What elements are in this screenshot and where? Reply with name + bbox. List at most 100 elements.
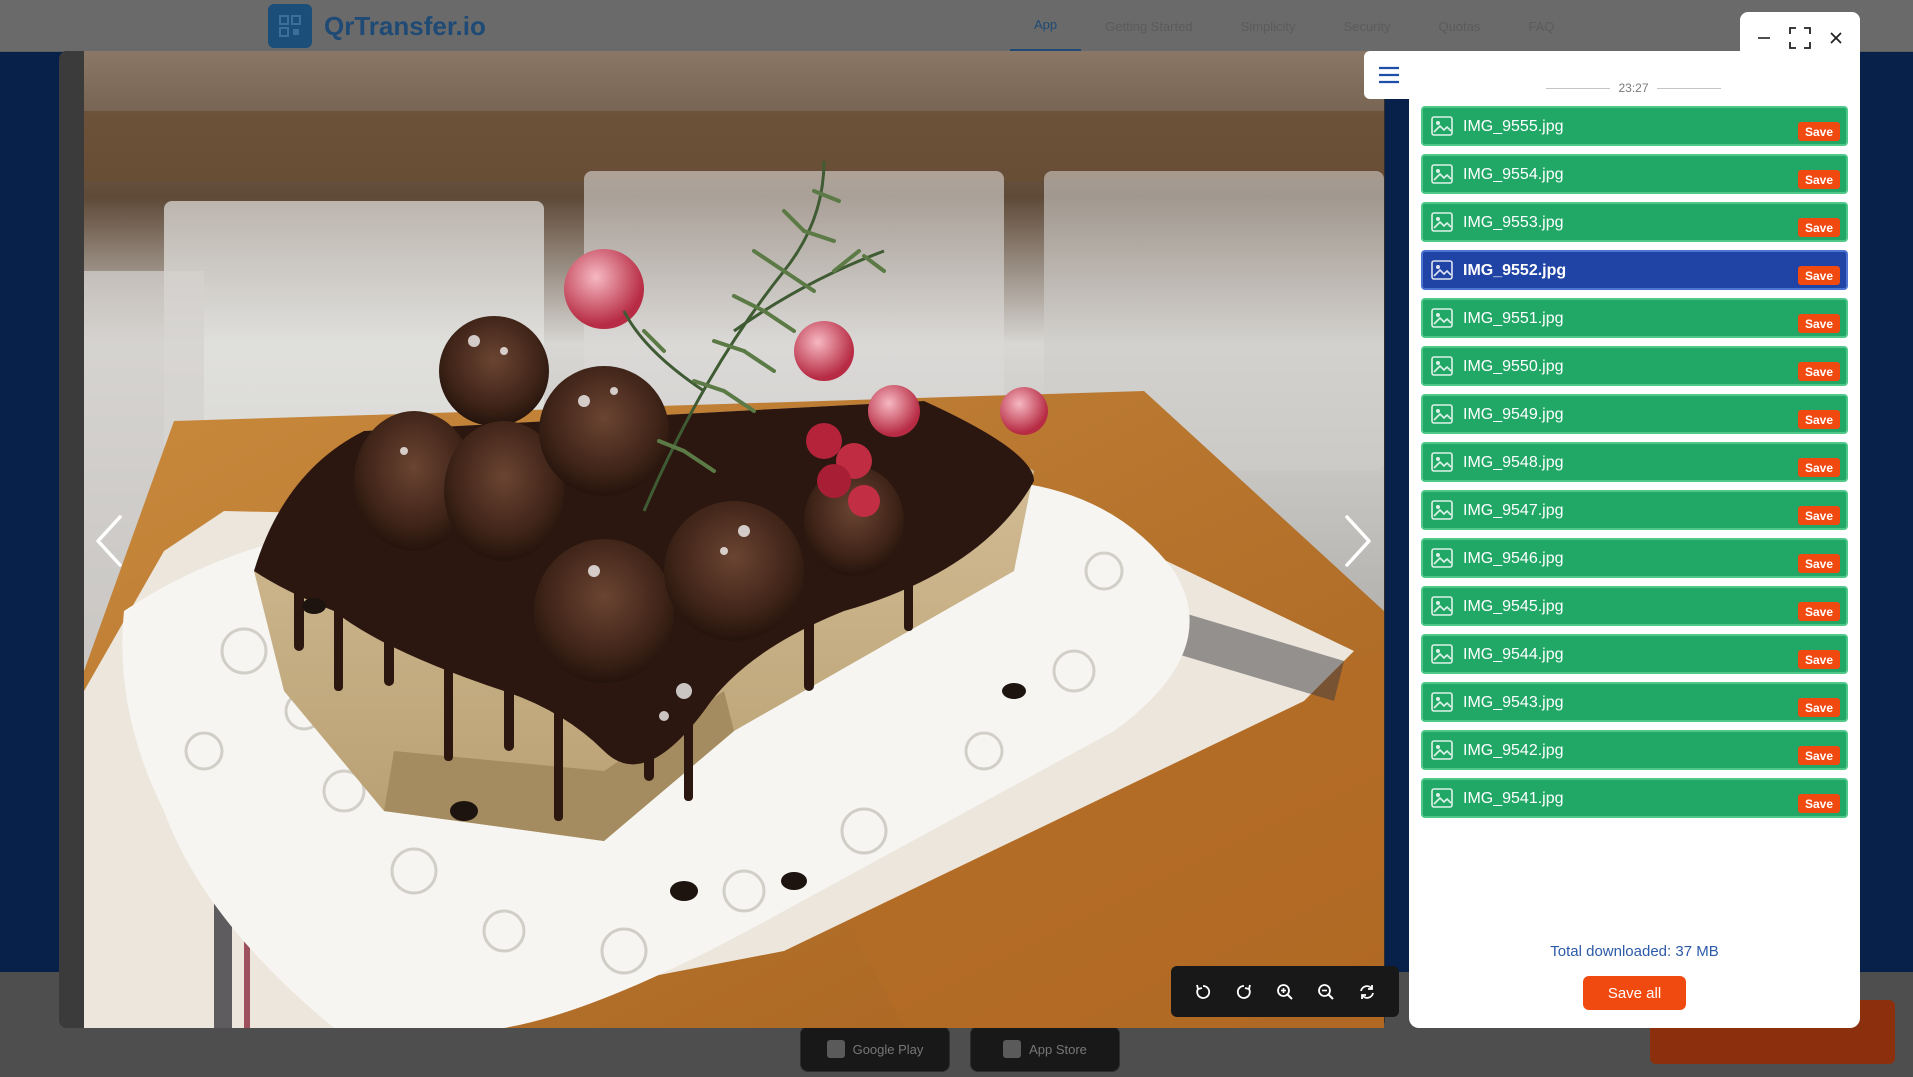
save-button[interactable]: Save — [1797, 458, 1840, 477]
file-name: IMG_9547.jpg — [1463, 502, 1564, 519]
background-nav: App Getting Started Simplicity Security … — [1010, 0, 1578, 52]
file-item[interactable]: IMG_9544.jpg Save — [1421, 634, 1848, 674]
save-button[interactable]: Save — [1797, 218, 1840, 237]
file-item[interactable]: IMG_9549.jpg Save — [1421, 394, 1848, 434]
reset-button[interactable] — [1349, 974, 1385, 1010]
file-item[interactable]: IMG_9548.jpg Save — [1421, 442, 1848, 482]
image-file-icon — [1431, 740, 1453, 760]
background-store-badge: Google Play — [800, 1026, 950, 1072]
image-file-icon — [1431, 356, 1453, 376]
file-item[interactable]: IMG_9552.jpg Save — [1421, 250, 1848, 290]
close-button[interactable] — [1821, 23, 1851, 53]
background-nav-item: App — [1010, 0, 1082, 52]
fullscreen-icon — [1789, 27, 1811, 49]
rotate-right-button[interactable] — [1226, 974, 1262, 1010]
image-file-icon — [1431, 500, 1453, 520]
next-image-button[interactable] — [1333, 502, 1383, 580]
file-name: IMG_9550.jpg — [1463, 358, 1564, 375]
image-file-icon — [1431, 212, 1453, 232]
menu-button[interactable] — [1364, 51, 1414, 99]
image-file-icon — [1431, 692, 1453, 712]
file-name: IMG_9551.jpg — [1463, 310, 1564, 327]
fullscreen-button[interactable] — [1785, 23, 1815, 53]
qr-logo-icon — [268, 4, 312, 48]
file-name: IMG_9553.jpg — [1463, 214, 1564, 231]
rotate-left-button[interactable] — [1185, 974, 1221, 1010]
file-item[interactable]: IMG_9546.jpg Save — [1421, 538, 1848, 578]
chevron-right-icon — [1345, 515, 1371, 567]
file-item[interactable]: IMG_9547.jpg Save — [1421, 490, 1848, 530]
close-icon — [1830, 32, 1842, 44]
file-name: IMG_9541.jpg — [1463, 790, 1564, 807]
save-button[interactable]: Save — [1797, 602, 1840, 621]
minimize-button[interactable] — [1749, 23, 1779, 53]
reset-icon — [1359, 984, 1374, 999]
zoom-in-icon — [1277, 983, 1293, 1000]
file-item[interactable]: IMG_9550.jpg Save — [1421, 346, 1848, 386]
file-item[interactable]: IMG_9553.jpg Save — [1421, 202, 1848, 242]
image-file-icon — [1431, 644, 1453, 664]
image-file-icon — [1431, 404, 1453, 424]
timestamp-divider: 23:27 — [1546, 78, 1721, 98]
save-button[interactable]: Save — [1797, 362, 1840, 381]
background-nav-item: Simplicity — [1240, 18, 1296, 34]
save-button[interactable]: Save — [1797, 122, 1840, 141]
chevron-left-icon — [96, 515, 122, 567]
background-nav-item: FAQ — [1528, 18, 1555, 34]
background-logo-text: QrTransfer.io — [324, 10, 486, 41]
save-button[interactable]: Save — [1797, 266, 1840, 285]
save-button[interactable]: Save — [1797, 506, 1840, 525]
image-file-icon — [1431, 788, 1453, 808]
zoom-out-button[interactable] — [1308, 974, 1344, 1010]
save-button[interactable]: Save — [1797, 554, 1840, 573]
file-item[interactable]: IMG_9554.jpg Save — [1421, 154, 1848, 194]
background-store-badge: App Store — [970, 1026, 1120, 1072]
background-nav-item: Getting Started — [1105, 18, 1193, 34]
image-toolbar — [1171, 966, 1399, 1017]
file-name: IMG_9544.jpg — [1463, 646, 1564, 663]
save-button[interactable]: Save — [1797, 170, 1840, 189]
save-button[interactable]: Save — [1797, 698, 1840, 717]
save-button[interactable]: Save — [1797, 410, 1840, 429]
zoom-in-button[interactable] — [1267, 974, 1303, 1010]
file-item[interactable]: IMG_9541.jpg Save — [1421, 778, 1848, 818]
file-item[interactable]: IMG_9545.jpg Save — [1421, 586, 1848, 626]
photo-preview[interactable] — [84, 51, 1384, 1028]
file-item[interactable]: IMG_9555.jpg Save — [1421, 106, 1848, 146]
divider-line — [1546, 87, 1611, 89]
file-name: IMG_9545.jpg — [1463, 598, 1564, 615]
background-store-label: Google Play — [852, 1041, 924, 1057]
background-store-label: App Store — [1029, 1041, 1087, 1057]
file-name: IMG_9554.jpg — [1463, 166, 1564, 183]
save-button[interactable]: Save — [1797, 746, 1840, 765]
image-file-icon — [1431, 308, 1453, 328]
menu-icon — [1379, 66, 1399, 84]
window-controls — [1740, 12, 1860, 64]
file-name: IMG_9542.jpg — [1463, 742, 1564, 759]
background-header: QrTransfer.io App Getting Started Simpli… — [0, 0, 1913, 52]
divider-line — [1656, 87, 1721, 89]
photo-illustration — [84, 51, 1384, 1028]
file-name: IMG_9552.jpg — [1463, 262, 1567, 279]
apple-icon — [1003, 1040, 1022, 1058]
image-file-icon — [1431, 548, 1453, 568]
rotate-right-icon — [1237, 984, 1252, 999]
file-item[interactable]: IMG_9542.jpg Save — [1421, 730, 1848, 770]
file-name: IMG_9555.jpg — [1463, 118, 1564, 135]
image-file-icon — [1431, 260, 1453, 280]
image-file-icon — [1431, 164, 1453, 184]
google-play-icon — [826, 1040, 845, 1058]
file-item[interactable]: IMG_9543.jpg Save — [1421, 682, 1848, 722]
save-button[interactable]: Save — [1797, 650, 1840, 669]
viewer-gutter — [59, 51, 84, 1028]
save-all-button[interactable]: Save all — [1583, 976, 1686, 1010]
file-name: IMG_9548.jpg — [1463, 454, 1564, 471]
save-button[interactable]: Save — [1797, 794, 1840, 813]
background-logo: QrTransfer.io — [268, 4, 486, 48]
background-nav-item: Quotas — [1438, 18, 1481, 34]
save-button[interactable]: Save — [1797, 314, 1840, 333]
zoom-out-icon — [1317, 983, 1334, 1000]
file-item[interactable]: IMG_9551.jpg Save — [1421, 298, 1848, 338]
background-nav-item: Security — [1343, 18, 1391, 34]
previous-image-button[interactable] — [84, 502, 134, 580]
